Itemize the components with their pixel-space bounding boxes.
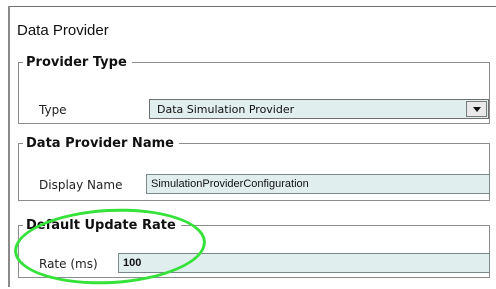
- rate-label: Rate (ms): [39, 257, 98, 271]
- type-label: Type: [39, 103, 67, 117]
- provider-type-group: Provider Type Type Data Simulation Provi…: [18, 55, 490, 124]
- provider-name-group: Data Provider Name Display Name Simulati…: [18, 136, 490, 201]
- chevron-down-icon[interactable]: [466, 101, 487, 117]
- type-dropdown[interactable]: Data Simulation Provider: [149, 99, 489, 119]
- update-rate-legend: Default Update Rate: [26, 218, 176, 233]
- panel-top-border: [8, 6, 496, 7]
- rate-input[interactable]: 100: [118, 253, 490, 273]
- display-name-input[interactable]: SimulationProviderConfiguration: [146, 174, 490, 194]
- provider-type-legend: Provider Type: [26, 55, 127, 70]
- update-rate-group: Default Update Rate Rate (ms) 100: [18, 218, 490, 278]
- type-dropdown-value: Data Simulation Provider: [157, 103, 295, 116]
- panel-left-border: [8, 6, 10, 287]
- provider-name-legend: Data Provider Name: [26, 136, 174, 151]
- page-title: Data Provider: [17, 22, 109, 39]
- display-name-label: Display Name: [39, 178, 123, 192]
